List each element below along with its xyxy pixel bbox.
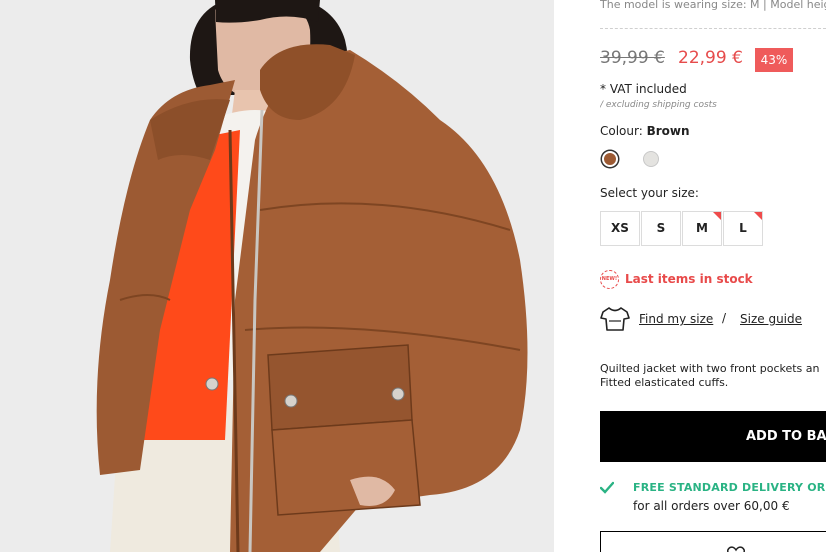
find-my-size-link[interactable]: Find my size bbox=[639, 312, 713, 326]
size-option-label: L bbox=[739, 221, 747, 235]
link-separator: / bbox=[722, 311, 727, 325]
tshirt-icon bbox=[600, 307, 630, 331]
stock-warning: NEW! Last items in stock bbox=[600, 270, 753, 289]
description-line: Fitted elasticated cuffs. bbox=[600, 376, 729, 389]
description-line: Quilted jacket with two front pockets an bbox=[600, 362, 820, 375]
size-guide-link[interactable]: Size guide bbox=[740, 312, 802, 326]
product-photo bbox=[0, 0, 554, 552]
size-option-label: S bbox=[656, 221, 666, 235]
check-icon bbox=[600, 481, 614, 494]
low-stock-flag bbox=[754, 212, 762, 220]
jacket-illustration bbox=[0, 0, 554, 552]
colour-swatch-ecru[interactable] bbox=[643, 151, 659, 167]
heart-icon bbox=[727, 546, 745, 552]
size-option-s[interactable]: S bbox=[641, 211, 681, 246]
wishlist-button[interactable] bbox=[600, 531, 826, 552]
colour-value: Brown bbox=[646, 124, 690, 138]
colour-row: Colour: Brown bbox=[600, 124, 690, 138]
size-option-label: XS bbox=[611, 221, 629, 235]
shipping-note: / excluding shipping costs bbox=[600, 100, 717, 110]
size-option-xs[interactable]: XS bbox=[600, 211, 640, 246]
discount-badge: 43% bbox=[755, 48, 793, 72]
model-size-note: The model is wearing size: M | Model hei… bbox=[600, 0, 826, 11]
new-badge-icon: NEW! bbox=[600, 270, 619, 289]
low-stock-flag bbox=[713, 212, 721, 220]
product-description: Quilted jacket with two front pockets an… bbox=[600, 362, 820, 390]
vat-note: * VAT included bbox=[600, 82, 687, 96]
colour-swatch-brown[interactable] bbox=[602, 151, 618, 167]
size-select-label: Select your size: bbox=[600, 186, 699, 200]
delivery-title: FREE STANDARD DELIVERY OR DE bbox=[633, 481, 826, 494]
add-to-basket-button[interactable]: ADD TO BAS bbox=[600, 411, 826, 462]
stock-warning-text: Last items in stock bbox=[625, 272, 753, 286]
add-to-basket-label: ADD TO BAS bbox=[746, 429, 826, 444]
sale-price: 22,99 € bbox=[678, 48, 743, 68]
size-option-label: M bbox=[696, 221, 708, 235]
colour-label: Colour: bbox=[600, 124, 643, 138]
size-option-l[interactable]: L bbox=[723, 211, 763, 246]
product-info-panel: The model is wearing size: M | Model hei… bbox=[600, 0, 826, 552]
original-price: 39,99 € bbox=[600, 48, 665, 68]
size-option-m[interactable]: M bbox=[682, 211, 722, 246]
divider bbox=[600, 28, 826, 29]
delivery-subtitle: for all orders over 60,00 € bbox=[633, 499, 790, 513]
